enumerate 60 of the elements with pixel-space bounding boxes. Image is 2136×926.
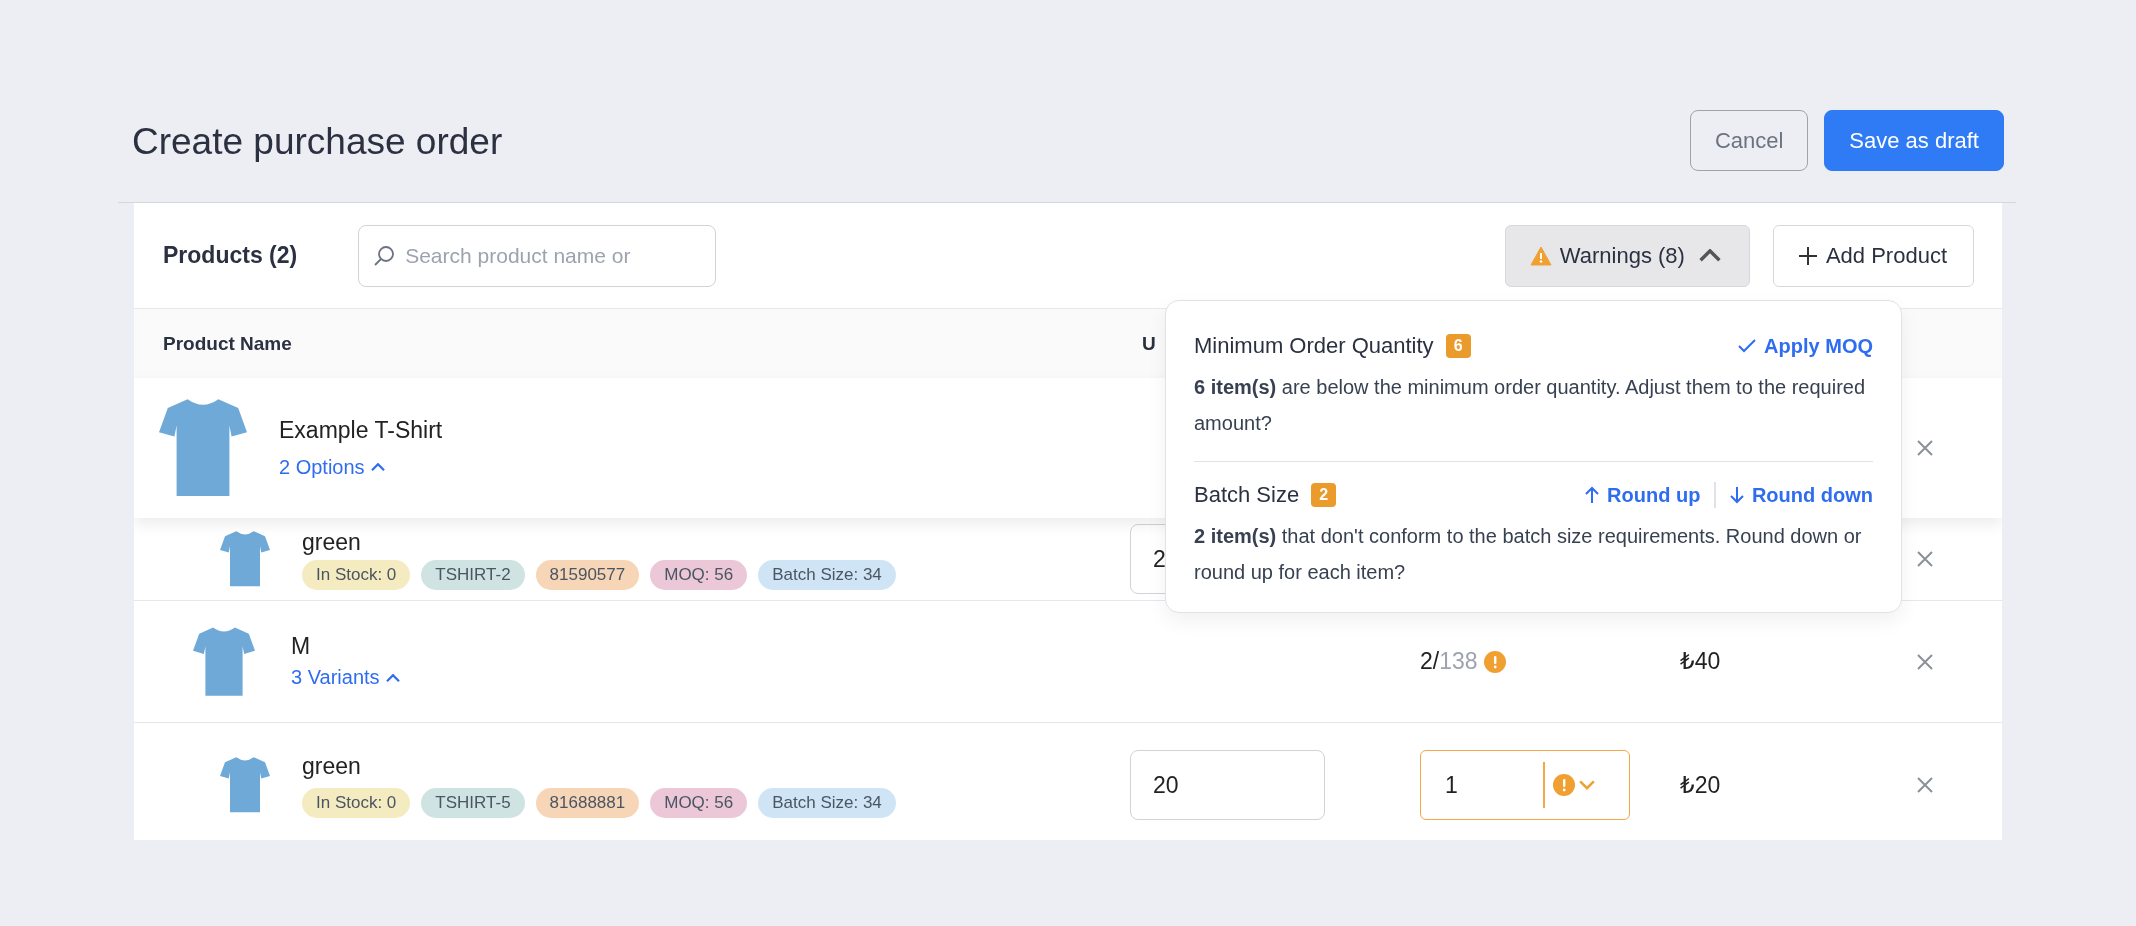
variant-tag: In Stock: 0 — [302, 787, 411, 818]
caret-icon — [385, 673, 400, 683]
section-title: Products (2) — [163, 242, 298, 269]
add-product-button[interactable]: Add Product — [1772, 224, 1974, 287]
variant-tag: Batch Size: 34 — [758, 787, 896, 818]
t-shirt-icon — [193, 625, 255, 698]
batch-field[interactable]: 1 — [1420, 750, 1630, 820]
column-header: U — [1141, 332, 1156, 355]
search-field[interactable]: Search product name or — [358, 224, 717, 287]
t-shirt-icon — [220, 756, 270, 814]
cancel-button[interactable]: Cancel — [1689, 110, 1809, 171]
warning-action[interactable]: Round down — [1729, 483, 1873, 507]
warnings-button[interactable]: Warnings (8) — [1504, 224, 1750, 287]
variant-tag: TSHIRT-5 — [421, 787, 525, 818]
warning-text: 2 item(s) that don't conform to the batch size requirements. Round down or round up for each item? — [1194, 524, 1863, 585]
warning-triangle-icon — [1529, 245, 1552, 266]
warning-icon — [1483, 650, 1506, 673]
ordered-quantity: 2/138 — [1420, 648, 1478, 675]
warning-count: 2 — [1311, 483, 1337, 507]
price: ₺20 — [1680, 771, 1722, 799]
variant-tag: 81688881 — [535, 787, 640, 818]
plus-icon — [1797, 245, 1818, 266]
variant-tag: TSHIRT-2 — [421, 559, 525, 590]
t-shirt-icon — [220, 530, 270, 588]
variant-name: green — [302, 752, 362, 780]
close-icon — [1916, 550, 1934, 568]
batch-input[interactable]: 1 — [1443, 770, 1543, 800]
option-name: M — [291, 633, 312, 661]
t-shirt-icon — [159, 397, 247, 499]
warning-count: 6 — [1445, 334, 1471, 358]
arrow-down-icon — [1729, 486, 1744, 504]
chevron-down-icon — [1579, 780, 1595, 790]
close-icon — [1916, 652, 1934, 671]
chevron-icon — [1698, 248, 1721, 263]
product-name: Example T-Shirt — [279, 417, 443, 444]
quantity-field[interactable]: 20 — [1130, 750, 1325, 820]
variants-toggle[interactable]: 2 Options — [279, 456, 385, 479]
check-icon — [1738, 339, 1757, 353]
close-icon — [1916, 439, 1934, 457]
variant-tag: MOQ: 56 — [650, 559, 748, 590]
page-title: Create purchase order — [132, 121, 503, 163]
variants-toggle[interactable]: 3 Variants — [291, 666, 400, 690]
close-icon — [1916, 776, 1934, 794]
variant-tag: MOQ: 56 — [650, 787, 748, 818]
arrow-up-icon — [1585, 486, 1600, 504]
variant-name: green — [302, 528, 362, 556]
variant-tag: In Stock: 0 — [302, 559, 411, 590]
variant-tag: Batch Size: 34 — [758, 559, 896, 590]
price: ₺40 — [1680, 648, 1722, 675]
save-draft-button[interactable]: Save as draft — [1824, 110, 2004, 171]
column-header: Product Name — [162, 332, 292, 355]
caret-icon — [370, 463, 385, 472]
warning-title: Batch Size — [1194, 482, 1300, 508]
search-icon — [373, 244, 396, 267]
warning-action[interactable]: Apply MOQ — [1738, 334, 1873, 358]
warning-icon — [1553, 774, 1575, 796]
variant-tag: 81590577 — [535, 559, 640, 590]
warning-text: 6 item(s) are below the minimum order quantity. Adjust them to the required amount? — [1194, 375, 1867, 436]
warning-action[interactable]: Round up — [1585, 483, 1701, 507]
warning-title: Minimum Order Quantity — [1194, 333, 1434, 359]
